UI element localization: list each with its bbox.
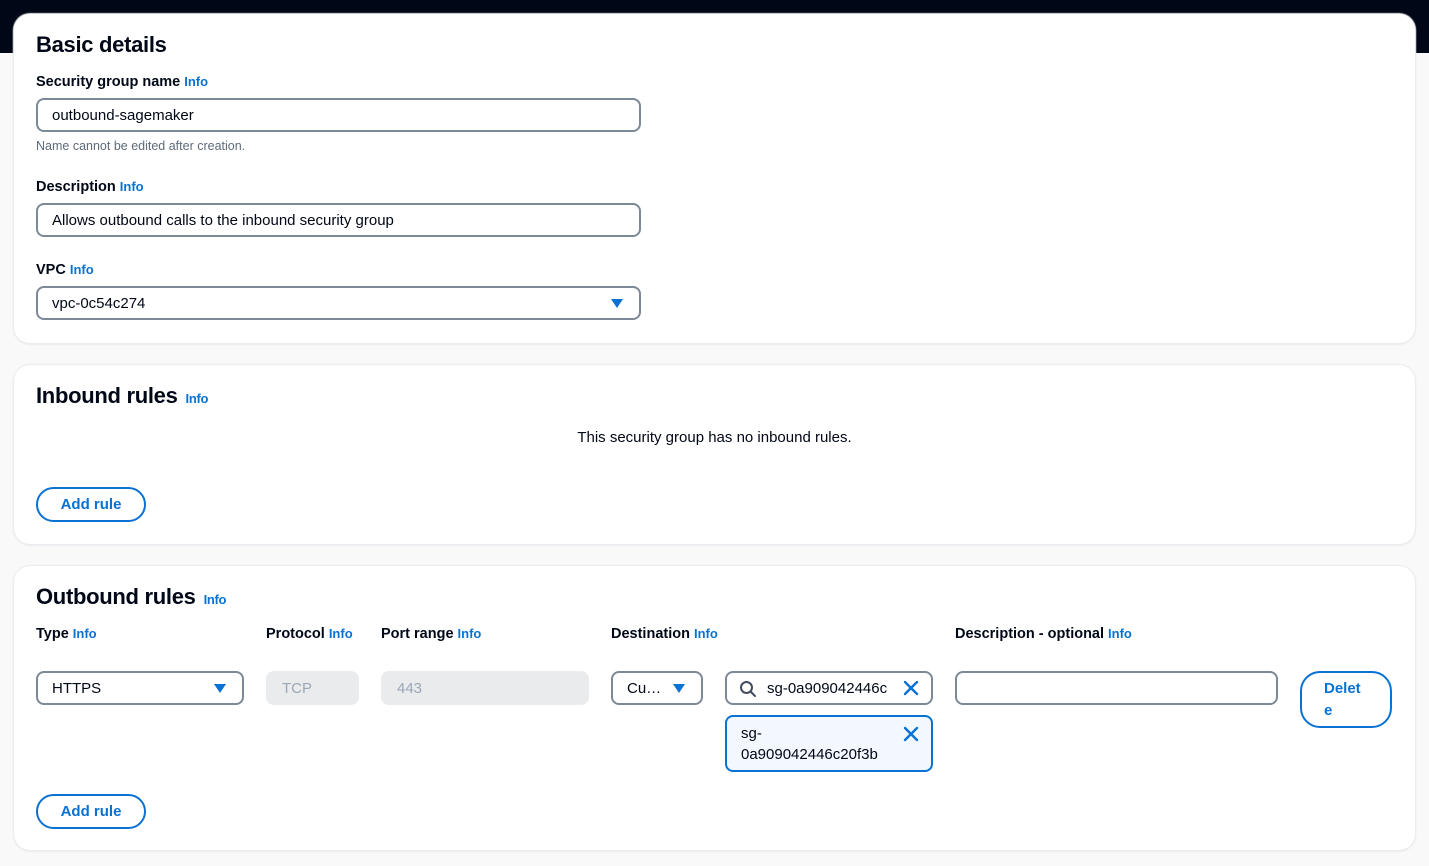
- basic-details-title: Basic details: [36, 32, 167, 57]
- label-text: Security group name: [36, 74, 181, 90]
- column-protocol: Protocol Info: [266, 626, 353, 642]
- info-link[interactable]: Info: [1108, 626, 1132, 641]
- select-value: vpc-0c54c274: [52, 294, 146, 312]
- info-link[interactable]: Info: [70, 262, 94, 277]
- security-group-name-label: Security group name Info: [36, 74, 208, 90]
- outbound-rules-panel: Outbound rules Info Type Info Protocol Info…: [14, 566, 1415, 850]
- label-text: Description: [36, 179, 116, 195]
- outbound-rules-title: Outbound rules Info: [36, 584, 226, 610]
- button-text: Delet: [1324, 679, 1361, 697]
- vpc-label: VPC Info: [36, 262, 94, 278]
- title-text: Inbound rules: [36, 383, 178, 408]
- title-text: Outbound rules: [36, 584, 196, 609]
- outbound-add-rule-button[interactable]: Add rule: [36, 794, 146, 829]
- caret-down-icon: [214, 684, 226, 693]
- name-hint: Name cannot be edited after creation.: [36, 139, 246, 153]
- label-text: VPC: [36, 262, 66, 278]
- info-link[interactable]: Info: [184, 74, 208, 89]
- info-link[interactable]: Info: [120, 179, 144, 194]
- column-description: Description - optional Info: [955, 626, 1132, 642]
- inbound-add-rule-button[interactable]: Add rule: [36, 487, 146, 522]
- dismiss-token-icon[interactable]: [903, 726, 919, 742]
- vpc-select[interactable]: vpc-0c54c274: [36, 286, 641, 320]
- delete-rule-button[interactable]: Delet e: [1300, 671, 1392, 728]
- info-link[interactable]: Info: [204, 592, 227, 607]
- label-text: Description - optional: [955, 626, 1105, 642]
- caret-down-icon: [611, 299, 623, 308]
- input-value: Allows outbound calls to the inbound sec…: [52, 211, 394, 229]
- port-range-input: 443: [381, 671, 589, 705]
- input-value: outbound-sagemaker: [52, 106, 194, 124]
- description-input[interactable]: Allows outbound calls to the inbound sec…: [36, 203, 641, 237]
- search-icon: [740, 681, 756, 697]
- info-link[interactable]: Info: [329, 626, 353, 641]
- description-label: Description Info: [36, 179, 144, 195]
- input-value: 443: [397, 679, 423, 697]
- info-link[interactable]: Info: [458, 626, 482, 641]
- inbound-rules-panel: Inbound rules Info This security group ha…: [14, 365, 1415, 544]
- destination-search-input[interactable]: sg-0a909042446c: [725, 671, 933, 705]
- inbound-empty-message: This security group has no inbound rules…: [577, 429, 852, 446]
- label-text: Type: [36, 626, 69, 642]
- info-link[interactable]: Info: [186, 391, 209, 406]
- label-text: Port range: [381, 626, 454, 642]
- label-text: Protocol: [266, 626, 325, 642]
- input-value: sg-0a909042446c: [767, 679, 888, 697]
- rule-description-input[interactable]: [955, 671, 1278, 705]
- column-port-range: Port range Info: [381, 626, 481, 642]
- token-text: sg-: [741, 725, 762, 742]
- inbound-rules-title: Inbound rules Info: [36, 383, 208, 409]
- destination-type-select[interactable]: Cu…: [611, 671, 703, 705]
- select-value: HTTPS: [52, 679, 102, 697]
- security-group-name-input[interactable]: outbound-sagemaker: [36, 98, 641, 132]
- column-type: Type Info: [36, 626, 97, 642]
- caret-down-icon: [673, 684, 685, 693]
- label-text: Destination: [611, 626, 690, 642]
- info-link[interactable]: Info: [73, 626, 97, 641]
- destination-token: sg- 0a909042446c20f3b: [725, 715, 933, 772]
- button-text: e: [1324, 701, 1333, 719]
- basic-details-panel: Basic details Security group name Info ou…: [14, 14, 1415, 343]
- protocol-input: TCP: [266, 671, 359, 705]
- type-select[interactable]: HTTPS: [36, 671, 244, 705]
- input-value: TCP: [282, 679, 312, 697]
- clear-icon[interactable]: [903, 680, 919, 696]
- column-destination: Destination Info: [611, 626, 718, 642]
- select-value: Cu…: [627, 679, 662, 697]
- token-text: 0a909042446c20f3b: [741, 746, 878, 763]
- info-link[interactable]: Info: [694, 626, 718, 641]
